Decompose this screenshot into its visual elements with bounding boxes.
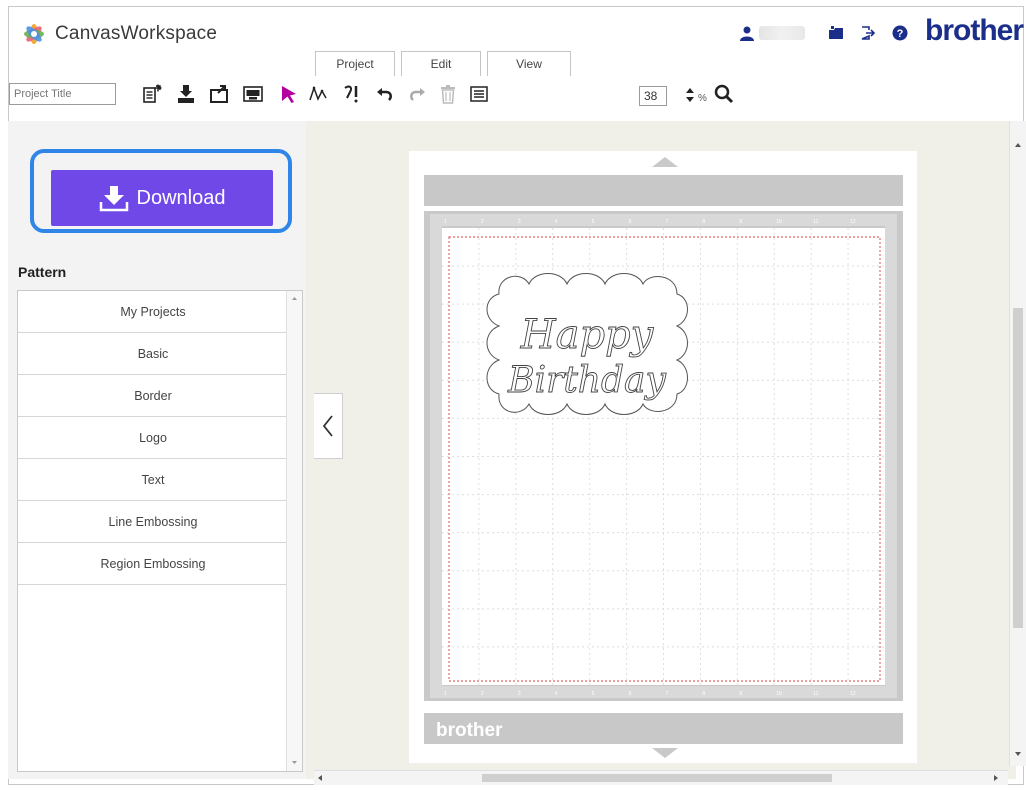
ruler-top-label: 5	[592, 219, 595, 225]
ruler-top-label: 7	[666, 219, 669, 225]
scroll-right-icon	[994, 775, 998, 781]
download-label: Download	[136, 186, 226, 209]
scroll-left-icon	[318, 775, 322, 781]
ruler-bottom-label: 6	[629, 691, 632, 697]
new-project-icon[interactable]	[140, 82, 164, 106]
user-icon	[740, 26, 754, 41]
redo-icon[interactable]	[405, 82, 429, 106]
tab-project[interactable]: Project	[315, 51, 395, 76]
ruler-top-label: 9	[739, 219, 742, 225]
help-icon[interactable]: ?	[891, 24, 909, 42]
zoom-input[interactable]: 38	[639, 86, 667, 106]
ruler-top-label: 2	[481, 219, 484, 225]
svg-text:?: ?	[897, 28, 904, 40]
ruler-bottom-label: 5	[592, 691, 595, 697]
ruler-bottom-label: 2	[481, 691, 484, 697]
ruler-bottom-label: 9	[739, 691, 742, 697]
design-text-line2: Birthday	[507, 360, 666, 401]
user-name-redacted	[759, 26, 805, 40]
scroll-mat-up-icon	[652, 157, 678, 167]
canvas-horizontal-scrollbar[interactable]	[314, 770, 1008, 785]
project-title-field	[9, 83, 116, 105]
tab-edit[interactable]: Edit	[401, 51, 481, 76]
collapse-sidebar-button[interactable]	[314, 393, 343, 459]
save-icon[interactable]	[174, 82, 198, 106]
pattern-heading: Pattern	[18, 264, 67, 280]
app-logo: CanvasWorkspace	[21, 21, 217, 47]
canvasworkspace-logo-icon	[24, 24, 44, 44]
edit-points-icon[interactable]	[307, 82, 331, 106]
ruler-top-label: 12	[850, 219, 856, 225]
category-my-projects[interactable]: My Projects	[18, 291, 288, 333]
ruler-top-label: 3	[518, 219, 521, 225]
canvas-vertical-scrollbar[interactable]	[1009, 121, 1026, 766]
import-svg-icon[interactable]	[241, 82, 265, 106]
cutting-mat-panel: 1 2 3 4 5 6 7 8 9 10 11 12 1 2 3 4 5 6 7 8 9 10 11 12 Happy Bir…	[409, 151, 917, 763]
cutting-mat[interactable]: 1 2 3 4 5 6 7 8 9 10 11 121 2 3 4 5 6 7 8 9 10 11 12 Happy Bir…	[409, 151, 917, 763]
ruler-top-label: 8	[702, 219, 705, 225]
category-list-scrollbar[interactable]	[286, 291, 302, 771]
scroll-down-icon	[1015, 752, 1021, 756]
ruler-bottom-label: 12	[850, 691, 856, 697]
undo-icon[interactable]	[373, 82, 397, 106]
category-text[interactable]: Text	[18, 459, 288, 501]
ruler-bottom-label: 3	[518, 691, 521, 697]
mat-brand-label: brother	[436, 720, 503, 741]
pattern-sidebar: Download Pattern My Projects Basic Borde…	[8, 121, 314, 779]
ruler-bottom-label: 1	[444, 691, 447, 697]
ruler-top-label: 1	[444, 219, 447, 225]
ruler-bottom-label: 4	[555, 691, 558, 697]
folder-icon[interactable]	[827, 24, 845, 42]
ruler-bottom-label: 7	[666, 691, 669, 697]
scroll-up-arrow-icon[interactable]	[287, 292, 302, 304]
category-line-embossing[interactable]: Line Embossing	[18, 501, 288, 543]
menu-tabs: Project Edit View	[315, 51, 571, 76]
scroll-down-arrow-icon[interactable]	[287, 757, 302, 769]
scroll-mat-down-icon	[652, 748, 678, 758]
ruler-top-label: 11	[813, 219, 818, 225]
zoom-icon[interactable]	[712, 82, 736, 106]
ruler-bottom-label: 8	[702, 691, 705, 697]
download-button[interactable]: Download	[51, 170, 273, 226]
category-logo[interactable]: Logo	[18, 417, 288, 459]
select-arrow-icon[interactable]	[277, 82, 301, 106]
scroll-up-icon	[1015, 143, 1021, 147]
logout-icon[interactable]	[859, 24, 877, 42]
brother-brand-logo: brother	[925, 14, 1024, 47]
category-region-embossing[interactable]: Region Embossing	[18, 543, 288, 585]
user-account[interactable]	[739, 25, 805, 41]
happy-birthday-design[interactable]: Happy Birthday	[486, 273, 688, 415]
horizontal-scroll-thumb	[482, 774, 832, 782]
design-text-line1: Happy	[520, 312, 655, 358]
download-icon	[99, 186, 128, 212]
ruler-bottom-label: 11	[813, 691, 818, 697]
zoom-unit: %	[698, 93, 707, 104]
properties-icon[interactable]	[467, 82, 491, 106]
zoom-spinner[interactable]	[683, 84, 697, 106]
delete-icon[interactable]	[436, 82, 460, 106]
pattern-category-list: My Projects Basic Border Logo Text Line …	[17, 290, 303, 772]
object-edit-icon[interactable]	[340, 82, 364, 106]
vertical-scroll-thumb	[1013, 308, 1023, 628]
app-name: CanvasWorkspace	[55, 23, 218, 44]
chevron-left-icon	[322, 415, 333, 437]
tab-view[interactable]: View	[487, 51, 571, 76]
category-basic[interactable]: Basic	[18, 333, 288, 375]
ruler-bottom-label: 10	[776, 691, 782, 697]
header-actions: ? brother	[739, 14, 1024, 49]
app-header: CanvasWorkspace Project Edit View ? brot…	[9, 7, 1024, 78]
ruler-top-label: 4	[555, 219, 558, 225]
category-border[interactable]: Border	[18, 375, 288, 417]
mat-top-band	[424, 175, 903, 206]
open-project-icon[interactable]	[207, 82, 231, 106]
project-title-input[interactable]	[9, 83, 116, 105]
ruler-top-label: 10	[776, 219, 782, 225]
ruler-top-label: 6	[629, 219, 632, 225]
